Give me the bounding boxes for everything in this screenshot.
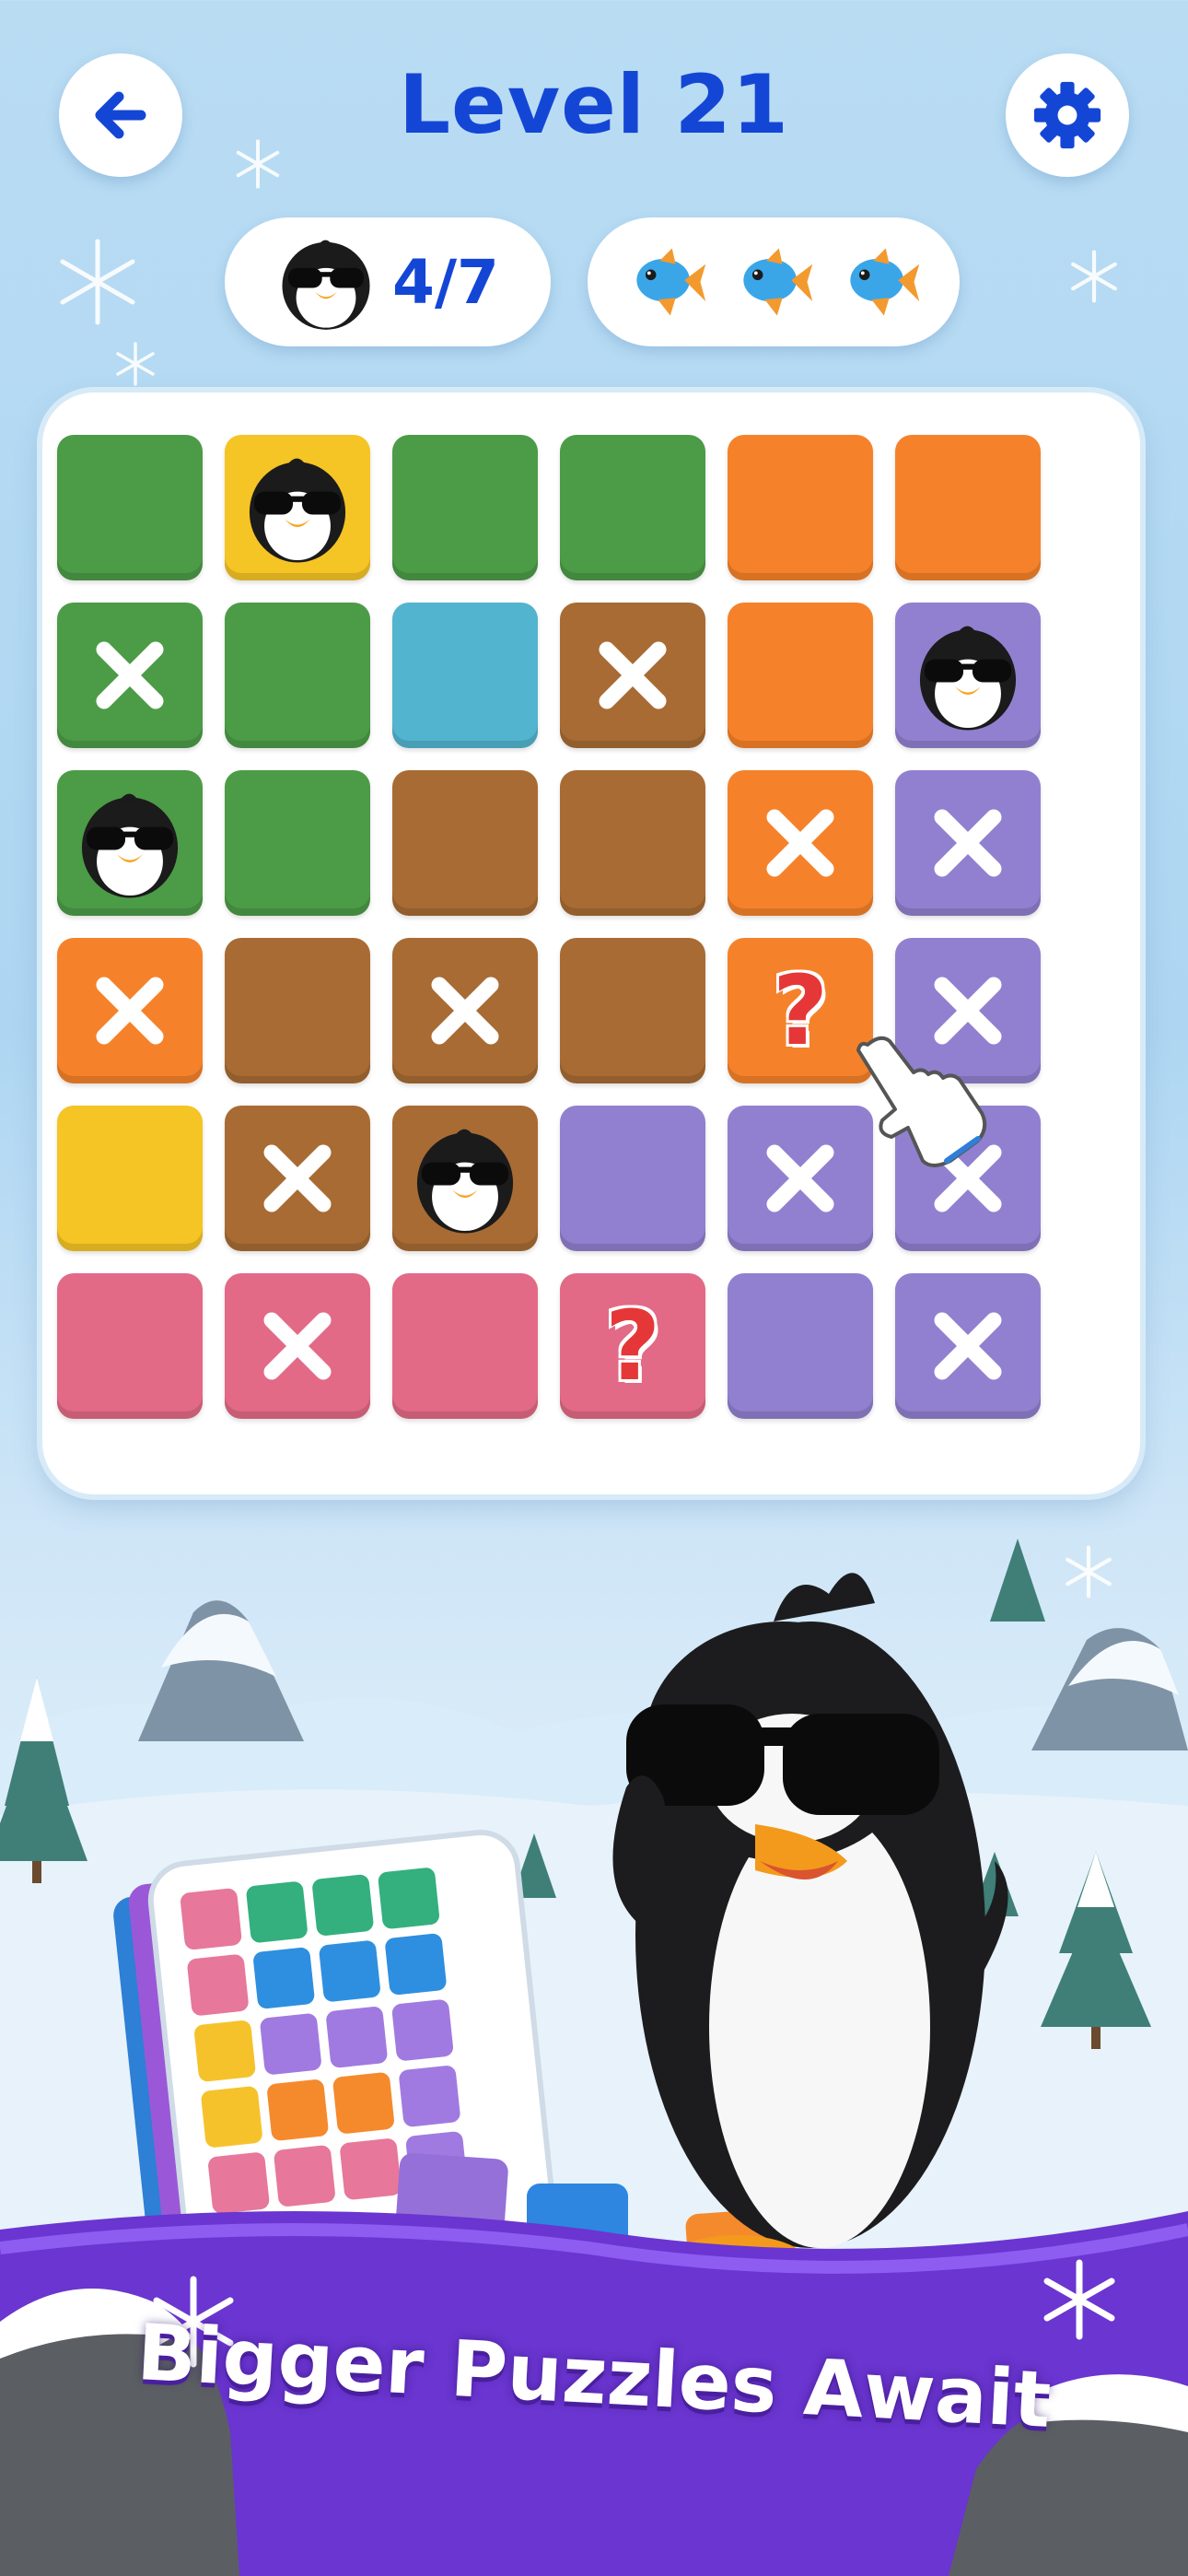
grid-cell-r6-c2[interactable] bbox=[225, 1273, 370, 1419]
penguin-counter: 4/7 bbox=[225, 217, 551, 346]
grid-cell-r5-c4[interactable] bbox=[560, 1106, 705, 1251]
question-mark-hint: ? bbox=[772, 954, 829, 1067]
penguins-found-count: 4/7 bbox=[392, 246, 499, 318]
grid-cell-r1-c6[interactable] bbox=[895, 435, 1041, 580]
fish-icon bbox=[850, 248, 920, 316]
x-mark-icon bbox=[934, 1312, 1002, 1380]
grid-cell-r3-c5[interactable] bbox=[728, 770, 873, 916]
penguin-sunglasses-icon bbox=[282, 240, 370, 330]
fish-icon bbox=[636, 248, 706, 316]
grid-cell-r3-c1[interactable] bbox=[57, 770, 203, 916]
grid-cell-r4-c4[interactable] bbox=[560, 938, 705, 1083]
x-mark-icon bbox=[263, 1144, 332, 1212]
x-mark-icon bbox=[599, 641, 667, 709]
snowflake-decoration-icon bbox=[1071, 250, 1117, 303]
pointing-hand-icon bbox=[856, 1036, 987, 1167]
penguin-sunglasses-icon bbox=[919, 626, 1017, 731]
penguin-sunglasses-icon bbox=[249, 458, 346, 563]
grid-cell-r2-c4[interactable] bbox=[560, 603, 705, 748]
grid-cell-r2-c5[interactable] bbox=[728, 603, 873, 748]
grid-cell-r1-c4[interactable] bbox=[560, 435, 705, 580]
grid-cell-r6-c6[interactable] bbox=[895, 1273, 1041, 1419]
x-mark-icon bbox=[766, 809, 834, 877]
grid-cell-r6-c4[interactable]: ? bbox=[560, 1273, 705, 1419]
grid-cell-r2-c1[interactable] bbox=[57, 603, 203, 748]
back-button[interactable] bbox=[59, 53, 182, 177]
grid-cell-r4-c2[interactable] bbox=[225, 938, 370, 1083]
x-mark-icon bbox=[96, 977, 164, 1045]
grid-cell-r5-c2[interactable] bbox=[225, 1106, 370, 1251]
grid-cell-r5-c3[interactable] bbox=[392, 1106, 538, 1251]
x-mark-icon bbox=[96, 641, 164, 709]
grid-cell-r1-c2[interactable] bbox=[225, 435, 370, 580]
grid-cell-r3-c4[interactable] bbox=[560, 770, 705, 916]
grid-cell-r3-c2[interactable] bbox=[225, 770, 370, 916]
grid-cell-r2-c2[interactable] bbox=[225, 603, 370, 748]
arrow-left-icon bbox=[95, 91, 146, 139]
x-mark-icon bbox=[263, 1312, 332, 1380]
grid-cell-r3-c3[interactable] bbox=[392, 770, 538, 916]
grid-cell-r6-c5[interactable] bbox=[728, 1273, 873, 1419]
grid-cell-r5-c1[interactable] bbox=[57, 1106, 203, 1251]
fish-lives-indicator bbox=[588, 217, 960, 346]
grid-cell-r2-c3[interactable] bbox=[392, 603, 538, 748]
snowflake-decoration-icon bbox=[116, 342, 155, 386]
grid-cell-r4-c3[interactable] bbox=[392, 938, 538, 1083]
settings-button[interactable] bbox=[1006, 53, 1129, 177]
grid-cell-r1-c5[interactable] bbox=[728, 435, 873, 580]
grid-cell-r6-c1[interactable] bbox=[57, 1273, 203, 1419]
fish-icon bbox=[743, 248, 813, 316]
grid-cell-r2-c6[interactable] bbox=[895, 603, 1041, 748]
gear-icon bbox=[1033, 81, 1101, 149]
x-mark-icon bbox=[934, 809, 1002, 877]
puzzle-board: ?? bbox=[42, 392, 1140, 1494]
grid-cell-r3-c6[interactable] bbox=[895, 770, 1041, 916]
x-mark-icon bbox=[766, 1144, 834, 1212]
grid-cell-r6-c3[interactable] bbox=[392, 1273, 538, 1419]
snowflake-decoration-icon bbox=[60, 239, 135, 325]
x-mark-icon bbox=[431, 977, 499, 1045]
penguin-sunglasses-icon bbox=[416, 1129, 514, 1234]
penguin-sunglasses-icon bbox=[81, 793, 179, 898]
grid-cell-r1-c3[interactable] bbox=[392, 435, 538, 580]
grid-cell-r1-c1[interactable] bbox=[57, 435, 203, 580]
level-title: Level 21 bbox=[398, 57, 790, 152]
question-mark-hint: ? bbox=[604, 1290, 661, 1402]
grid-cell-r4-c1[interactable] bbox=[57, 938, 203, 1083]
